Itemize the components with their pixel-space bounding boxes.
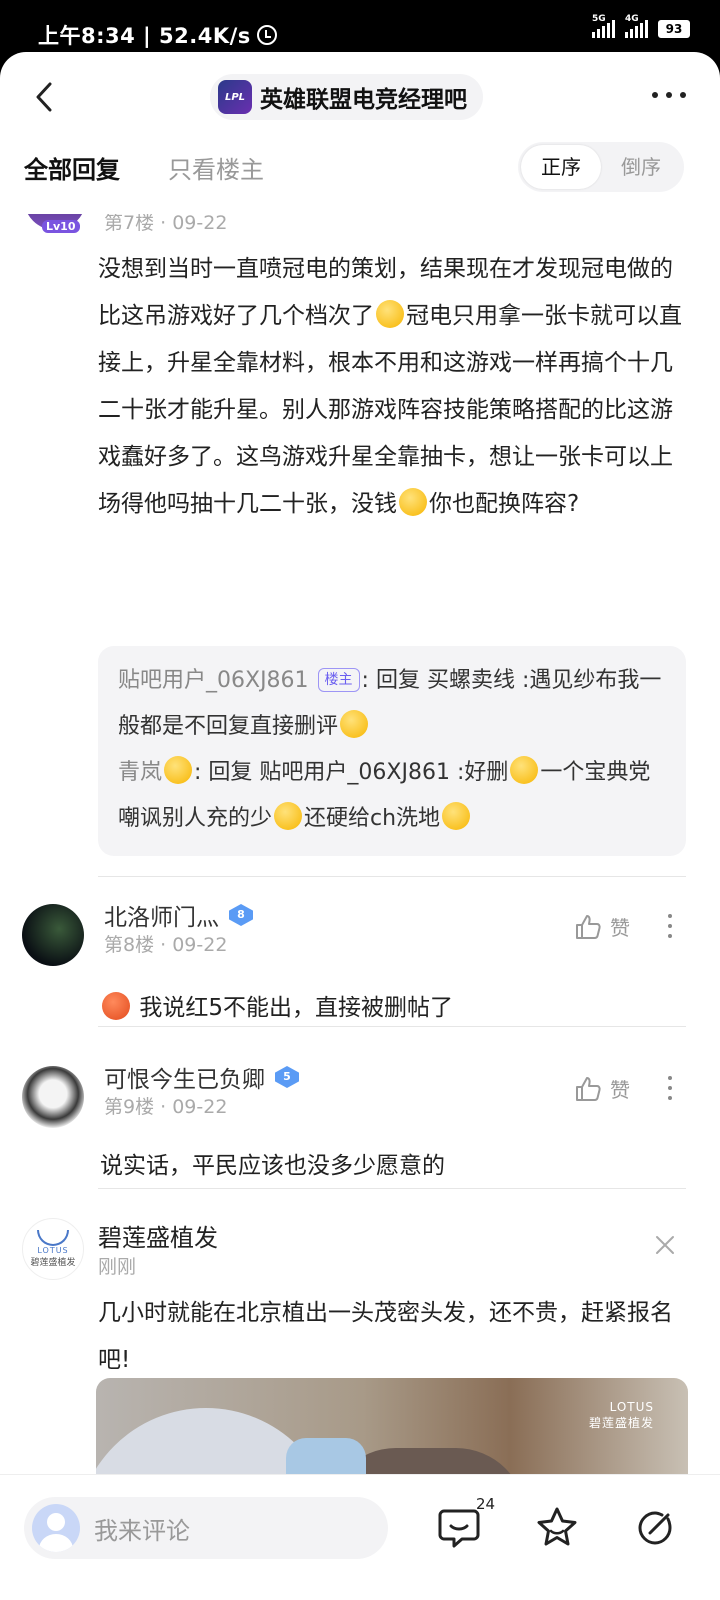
kebab-icon[interactable]	[668, 914, 672, 938]
tongue-emoji-icon	[340, 710, 369, 738]
sub-replies[interactable]: 贴吧用户_06XJ861 楼主: 回复 买螺卖线 :遇见纱布我一般都是不回复直接…	[98, 646, 686, 856]
op-tag: 楼主	[317, 668, 360, 692]
top-nav: LPL 英雄联盟电竞经理吧	[0, 52, 720, 142]
ad-image-logo-cn: 碧莲盛植发	[588, 1416, 654, 1430]
comment-meta: 第9楼 · 09-22	[104, 1096, 228, 1118]
app-surface: LPL 英雄联盟电竞经理吧 全部回复 只看楼主 正序 倒序 Lv10 第7楼 ·…	[0, 52, 720, 1600]
grin-emoji-icon	[376, 300, 404, 328]
reply-prefix: : 回复	[194, 760, 260, 785]
reply-target: 贴吧用户_06XJ861	[259, 760, 450, 785]
comment-input[interactable]: 我来评论	[24, 1497, 388, 1559]
level-badge: 8	[229, 904, 253, 926]
status-time: 上午8:34 | 52.4K/s	[38, 20, 277, 50]
post-text: 冠电只用拿一张卡就可以直接上，升星全靠材料，根本不用和这游戏一样再搞个十几二十张…	[98, 303, 682, 517]
thumbs-up-icon	[576, 914, 601, 939]
share-icon[interactable]	[632, 1505, 678, 1551]
angry-emoji-icon	[510, 756, 539, 784]
sort-toggle: 正序 倒序	[518, 142, 684, 192]
user-avatar-icon	[32, 1504, 80, 1552]
comment-meta: 第8楼 · 09-22	[104, 934, 228, 956]
reply-prefix: : 回复	[361, 668, 427, 693]
level-badge: Lv10	[42, 220, 80, 233]
like-button[interactable]: 赞	[574, 1074, 630, 1103]
net1-label: 5G	[592, 14, 606, 24]
flushed-emoji-icon	[164, 756, 193, 784]
like-label: 赞	[610, 1078, 630, 1102]
sub-reply: 贴吧用户_06XJ861 楼主: 回复 买螺卖线 :遇见纱布我一般都是不回复直接…	[118, 658, 666, 750]
angry-face-emoji-icon	[102, 992, 130, 1020]
ad-logo-cn: 碧莲盛植发	[30, 1258, 76, 1268]
thinking-emoji-icon	[399, 488, 427, 516]
ad-name[interactable]: 碧莲盛植发	[98, 1218, 218, 1253]
forum-logo: LPL	[218, 80, 252, 114]
tab-all-replies[interactable]: 全部回复	[24, 150, 120, 185]
avatar[interactable]	[22, 904, 84, 966]
divider	[98, 1026, 686, 1027]
bottom-bar: 我来评论 24	[0, 1474, 720, 1600]
post-text: 你也配换阵容?	[429, 491, 580, 517]
status-icons: 5G 4G 93	[592, 14, 690, 38]
thread-list: Lv10 第7楼 · 09-22 没想到当时一直喷冠电的策划，结果现在才发现冠电…	[0, 214, 720, 1526]
comment-author[interactable]: 可恨今生已负卿 5	[104, 1060, 299, 1094]
kebab-icon[interactable]	[668, 1076, 672, 1100]
sub-reply: 青岚: 回复 贴吧用户_06XJ861 :好删 一个宝典党嘲讽别人充的少 还硬给ch…	[118, 750, 666, 842]
more-icon[interactable]	[652, 92, 686, 98]
reply-author[interactable]: 贴吧用户_06XJ861	[118, 668, 309, 693]
net2-label: 4G	[625, 14, 639, 24]
lotus-logo-icon	[37, 1230, 69, 1246]
comment-content: 我说红5不能出，直接被删帖了	[100, 988, 453, 1022]
back-arrow-icon[interactable]	[34, 82, 54, 112]
reply-author[interactable]: 青岚	[118, 760, 162, 785]
comment-placeholder: 我来评论	[94, 1516, 190, 1545]
level-badge: 5	[275, 1066, 299, 1088]
comment-text: 说实话，平民应该也没多少愿意的	[100, 1153, 445, 1179]
sort-desc-button[interactable]: 倒序	[604, 145, 678, 189]
signal-4g-icon: 4G	[625, 14, 648, 38]
close-icon[interactable]	[654, 1234, 676, 1256]
divider	[98, 876, 686, 877]
ad-logo-en: LOTUS	[37, 1246, 69, 1255]
forum-name: 英雄联盟电竞经理吧	[260, 87, 467, 113]
ad-time: 刚刚	[98, 1256, 137, 1278]
status-bar: 上午8:34 | 52.4K/s 5G 4G 93	[0, 0, 720, 56]
star-icon[interactable]	[534, 1505, 580, 1551]
like-label: 赞	[610, 916, 630, 940]
status-time-speed: 上午8:34 | 52.4K/s	[38, 24, 251, 48]
grin-emoji-icon	[274, 802, 303, 830]
reply-text: 还硬给ch洗地	[304, 806, 441, 831]
ad-image-logo-en: LOTUS	[609, 1400, 654, 1414]
comment-text: 我说红5不能出，直接被删帖了	[139, 995, 453, 1021]
like-button[interactable]: 赞	[574, 912, 630, 941]
ad-text: 几小时就能在北京植出一头茂密头发，还不贵，赶紧报名吧!	[98, 1300, 673, 1373]
reply-tabs: 全部回复 只看楼主 正序 倒序	[0, 142, 720, 214]
divider	[98, 1188, 686, 1189]
battery-icon: 93	[658, 20, 690, 38]
author-name: 可恨今生已负卿	[104, 1067, 265, 1093]
reply-target: 买螺卖线	[426, 668, 515, 693]
comment-author[interactable]: 北洛师门灬 8	[104, 898, 253, 932]
sort-asc-button[interactable]: 正序	[521, 145, 601, 189]
signal-5g-icon: 5G	[592, 14, 615, 38]
tab-op-only[interactable]: 只看楼主	[168, 150, 264, 185]
thumbs-up-icon	[576, 1076, 601, 1101]
post-meta: 第7楼 · 09-22	[104, 214, 228, 234]
avatar[interactable]	[22, 1066, 84, 1128]
reply-text: :好删	[449, 760, 509, 785]
comment-count: 24	[476, 1495, 496, 1513]
forum-pill[interactable]: LPL 英雄联盟电竞经理吧	[210, 74, 483, 120]
author-name: 北洛师门灬	[104, 905, 219, 931]
alarm-icon	[256, 25, 277, 45]
ad-image-logo: LOTUS 碧莲盛植发	[589, 1400, 654, 1431]
ad-avatar[interactable]: LOTUS 碧莲盛植发	[22, 1218, 84, 1280]
grin-emoji-icon	[442, 802, 471, 830]
post-content: 没想到当时一直喷冠电的策划，结果现在才发现冠电做的比这吊游戏好了几个档次了 冠电只…	[98, 246, 688, 528]
